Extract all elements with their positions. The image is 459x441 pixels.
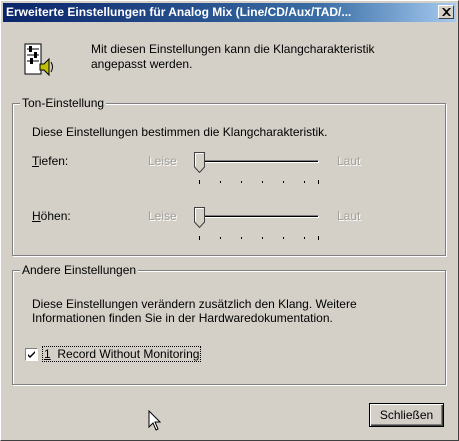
- other-description-line1: Diese Einstellungen verändern zusätzlich…: [32, 297, 357, 311]
- treble-min-label: Leise: [148, 209, 177, 223]
- bass-slider-ticks: [199, 180, 319, 184]
- dialog-window: Erweiterte Einstellungen für Analog Mix …: [0, 0, 459, 441]
- treble-slider-track[interactable]: [199, 215, 319, 218]
- intro-text: Mit diesen Einstellungen kann die Klangc…: [91, 42, 375, 71]
- other-group-title: Andere Einstellungen: [20, 263, 139, 277]
- title-bar[interactable]: Erweiterte Einstellungen für Analog Mix …: [3, 3, 456, 22]
- window-title: Erweiterte Einstellungen für Analog Mix …: [6, 5, 352, 19]
- tone-description: Diese Einstellungen bestimmen die Klangc…: [32, 125, 328, 139]
- bass-slider-track[interactable]: [199, 160, 319, 163]
- close-window-button[interactable]: [438, 5, 454, 19]
- other-description-line2: Informationen finden Sie in der Hardware…: [32, 311, 333, 325]
- mouse-cursor-icon: [148, 410, 162, 431]
- treble-slider-thumb[interactable]: [194, 207, 205, 228]
- close-icon: [442, 8, 451, 16]
- treble-slider-ticks: [199, 236, 319, 240]
- bass-max-label: Laut: [337, 154, 361, 168]
- checkmark-icon: [28, 351, 35, 358]
- close-button[interactable]: Schließen: [369, 403, 444, 427]
- other-settings-group: Andere Einstellungen: [12, 263, 446, 385]
- bass-label: Tiefen:: [32, 154, 69, 168]
- record-without-monitoring-checkbox[interactable]: [25, 348, 38, 361]
- bass-min-label: Leise: [148, 154, 177, 168]
- bass-slider-thumb[interactable]: [194, 152, 205, 173]
- record-without-monitoring-label[interactable]: 1 Record Without Monitoring: [41, 346, 202, 362]
- tone-group-title: Ton-Einstellung: [20, 96, 107, 110]
- speaker-settings-icon: [24, 43, 53, 77]
- treble-label: Höhen:: [32, 209, 71, 223]
- treble-max-label: Laut: [337, 209, 361, 223]
